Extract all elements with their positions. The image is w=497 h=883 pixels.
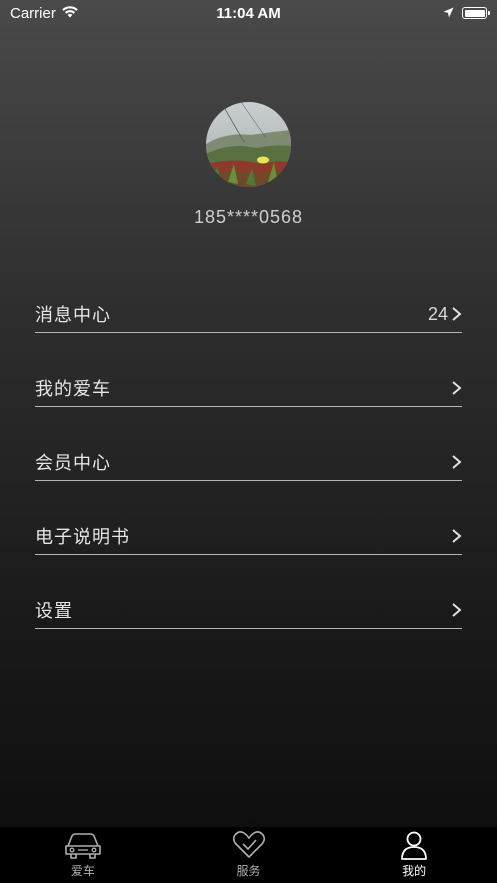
tab-service[interactable]: 服务 <box>166 827 332 883</box>
menu-item-trailing <box>450 380 462 396</box>
menu-item-trailing <box>450 454 462 470</box>
status-bar: Carrier 11:04 AM <box>0 0 497 26</box>
chevron-right-icon <box>452 603 462 617</box>
phone-number: 185****0568 <box>193 207 304 227</box>
menu-item-trailing <box>450 602 462 618</box>
tab-bar: 爱车 服务 我的 <box>0 827 497 883</box>
tab-car[interactable]: 爱车 <box>0 827 166 883</box>
tab-label: 服务 <box>236 864 261 878</box>
chevron-right-icon <box>452 381 462 395</box>
menu-item-messages[interactable]: 消息中心 24 <box>35 296 462 370</box>
menu-item-manual[interactable]: 电子说明书 <box>35 518 462 592</box>
menu-list: 消息中心 24 我的爱车 会员中心 电子说明书 设置 <box>35 296 462 666</box>
chevron-right-icon <box>452 529 462 543</box>
tab-mine[interactable]: 我的 <box>331 827 497 883</box>
status-right <box>443 5 490 22</box>
menu-item-label: 电子说明书 <box>35 527 130 548</box>
chevron-right-icon <box>452 307 462 321</box>
menu-item-settings[interactable]: 设置 <box>35 592 462 666</box>
menu-item-my-car[interactable]: 我的爱车 <box>35 370 462 444</box>
menu-item-label: 设置 <box>35 601 73 622</box>
menu-item-label: 消息中心 <box>35 305 111 326</box>
avatar[interactable] <box>206 102 291 187</box>
menu-item-membership[interactable]: 会员中心 <box>35 444 462 518</box>
menu-item-label: 我的爱车 <box>35 379 111 400</box>
message-count-badge: 24 <box>427 303 448 324</box>
person-icon <box>401 831 428 860</box>
carrier-label: Carrier <box>10 4 56 22</box>
battery-icon <box>462 7 490 19</box>
location-arrow-icon <box>443 5 454 22</box>
menu-item-label: 会员中心 <box>35 453 111 474</box>
tab-label: 爱车 <box>70 864 95 878</box>
heart-check-icon <box>232 831 265 858</box>
chevron-right-icon <box>452 455 462 469</box>
status-left: Carrier <box>10 5 79 22</box>
menu-item-trailing <box>450 528 462 544</box>
tab-label: 我的 <box>402 864 427 878</box>
car-icon <box>65 833 101 859</box>
wifi-icon <box>61 5 79 22</box>
profile-screen: Carrier 11:04 AM 185****0568 消息中心 24 我的爱… <box>0 0 497 883</box>
menu-item-trailing: 24 <box>428 304 462 325</box>
